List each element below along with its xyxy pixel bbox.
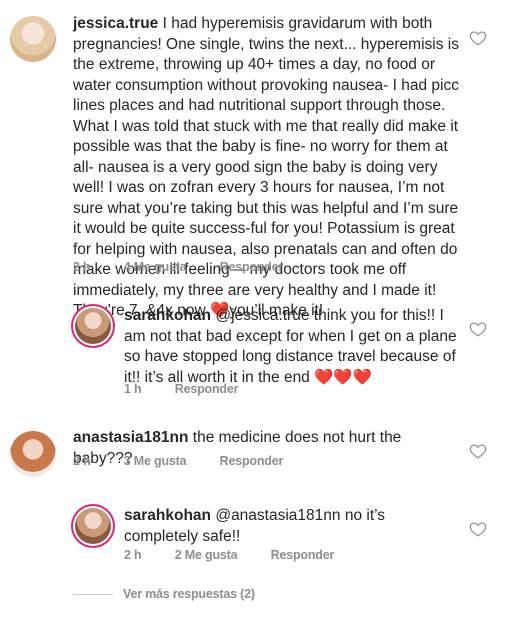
heart-outline-icon[interactable]: [469, 520, 487, 538]
username[interactable]: anastasia181nn: [73, 429, 188, 446]
comment-meta: 2 h 4 Me gusta Responder: [73, 260, 313, 274]
likes-count[interactable]: 2 Me gusta: [175, 548, 238, 562]
username[interactable]: sarahkohan: [124, 507, 211, 524]
username[interactable]: sarahkohan: [124, 307, 211, 324]
username[interactable]: jessica.true: [73, 15, 158, 32]
comment-meta: 2 h 3 Me gusta Responder: [73, 454, 313, 468]
comment-body: sarahkohan @jessica.true think you for t…: [124, 306, 464, 388]
comment-meta: 2 h 2 Me gusta Responder: [124, 548, 364, 562]
reply-button[interactable]: Responder: [220, 454, 284, 468]
heart-outline-icon[interactable]: [469, 320, 487, 338]
avatar[interactable]: [75, 308, 111, 344]
timestamp: 2 h: [73, 260, 91, 274]
reply-sarahkohan-1: sarahkohan @jessica.true think you for t…: [0, 290, 507, 410]
timestamp: 2 h: [73, 454, 91, 468]
reply-button[interactable]: Responder: [175, 382, 239, 396]
reply-button[interactable]: Responder: [271, 548, 335, 562]
comment-body: jessica.true I had hyperemisis gravidaru…: [73, 14, 461, 322]
avatar[interactable]: [10, 431, 56, 477]
reply-sarahkohan-2: sarahkohan @anastasia181nn no it’s compl…: [0, 490, 507, 580]
comment-meta: 1 h Responder: [124, 382, 268, 396]
comment-body: sarahkohan @anastasia181nn no it’s compl…: [124, 506, 424, 547]
heart-outline-icon[interactable]: [469, 442, 487, 460]
avatar[interactable]: [10, 16, 56, 62]
heart-outline-icon[interactable]: [469, 29, 487, 47]
comment-jessica: jessica.true I had hyperemisis gravidaru…: [0, 0, 507, 319]
avatar[interactable]: [75, 508, 111, 544]
divider: [73, 594, 113, 595]
view-more-replies-button[interactable]: Ver más respuestas (2): [123, 587, 255, 601]
likes-count[interactable]: 3 Me gusta: [124, 454, 187, 468]
timestamp: 1 h: [124, 382, 142, 396]
reply-button[interactable]: Responder: [220, 260, 284, 274]
comment-anastasia: anastasia181nn the medicine does not hur…: [0, 415, 507, 485]
likes-count[interactable]: 4 Me gusta: [124, 260, 187, 274]
timestamp: 2 h: [124, 548, 142, 562]
